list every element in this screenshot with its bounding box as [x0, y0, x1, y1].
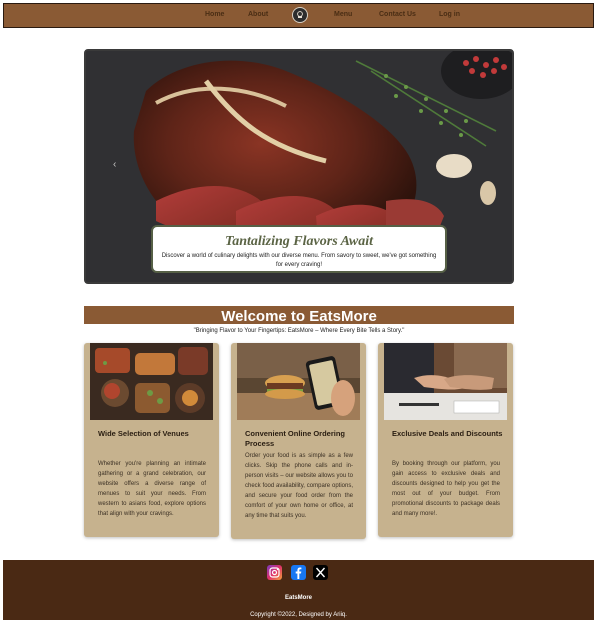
instagram-icon[interactable] — [267, 565, 282, 580]
nav-contact-link[interactable]: Contact Us — [379, 11, 416, 18]
feature-card-ordering: Convenient Online Ordering Process Order… — [231, 343, 366, 539]
nav-menu-link[interactable]: Menu — [334, 11, 352, 18]
phone-ordering-image — [237, 343, 360, 420]
welcome-heading: Welcome to EatsMore — [221, 308, 377, 325]
food-platter-image — [90, 343, 213, 420]
feature-card-deals: Exclusive Deals and Discounts By booking… — [378, 343, 513, 537]
welcome-banner: Welcome to EatsMore — [84, 306, 514, 325]
hero-text: Discover a world of culinary delights wi… — [161, 253, 437, 268]
top-navbar: Home About Menu Contact Us Log in — [3, 3, 594, 28]
feature-title: Wide Selection of Venues — [98, 429, 189, 438]
footer-brand: EatsMore — [284, 595, 312, 601]
nav-about-link[interactable]: About — [248, 11, 268, 18]
chevron-left-icon[interactable]: ‹ — [113, 159, 116, 170]
feature-title: Exclusive Deals and Discounts — [392, 429, 503, 438]
hero-title: Tantalizing Flavors Await — [224, 234, 374, 249]
x-twitter-icon[interactable] — [313, 565, 328, 580]
footer-copyright: Copyright ©2022, Designed by Ariiq. — [250, 612, 347, 618]
footer: EatsMore Copyright ©2022, Designed by Ar… — [3, 560, 594, 620]
facebook-icon[interactable] — [291, 565, 306, 580]
feature-text: By booking through our platform, you gai… — [392, 461, 500, 517]
nav-login-link[interactable]: Log in — [439, 11, 460, 18]
feature-card-venues: Wide Selection of Venues Whether you're … — [84, 343, 219, 537]
hero-caption-box: Tantalizing Flavors Await Discover a wor… — [151, 225, 447, 273]
welcome-tagline: "Bringing Flavor to Your Fingertips: Eat… — [193, 328, 405, 334]
nav-home-link[interactable]: Home — [205, 11, 224, 18]
handshake-image — [384, 343, 507, 420]
feature-text: Order your food is as simple as a few cl… — [245, 453, 353, 519]
chef-logo-icon[interactable] — [292, 7, 308, 23]
feature-text: Whether you're planning an intimate gath… — [98, 461, 206, 517]
feature-title: Convenient Online Ordering Process — [245, 429, 346, 448]
